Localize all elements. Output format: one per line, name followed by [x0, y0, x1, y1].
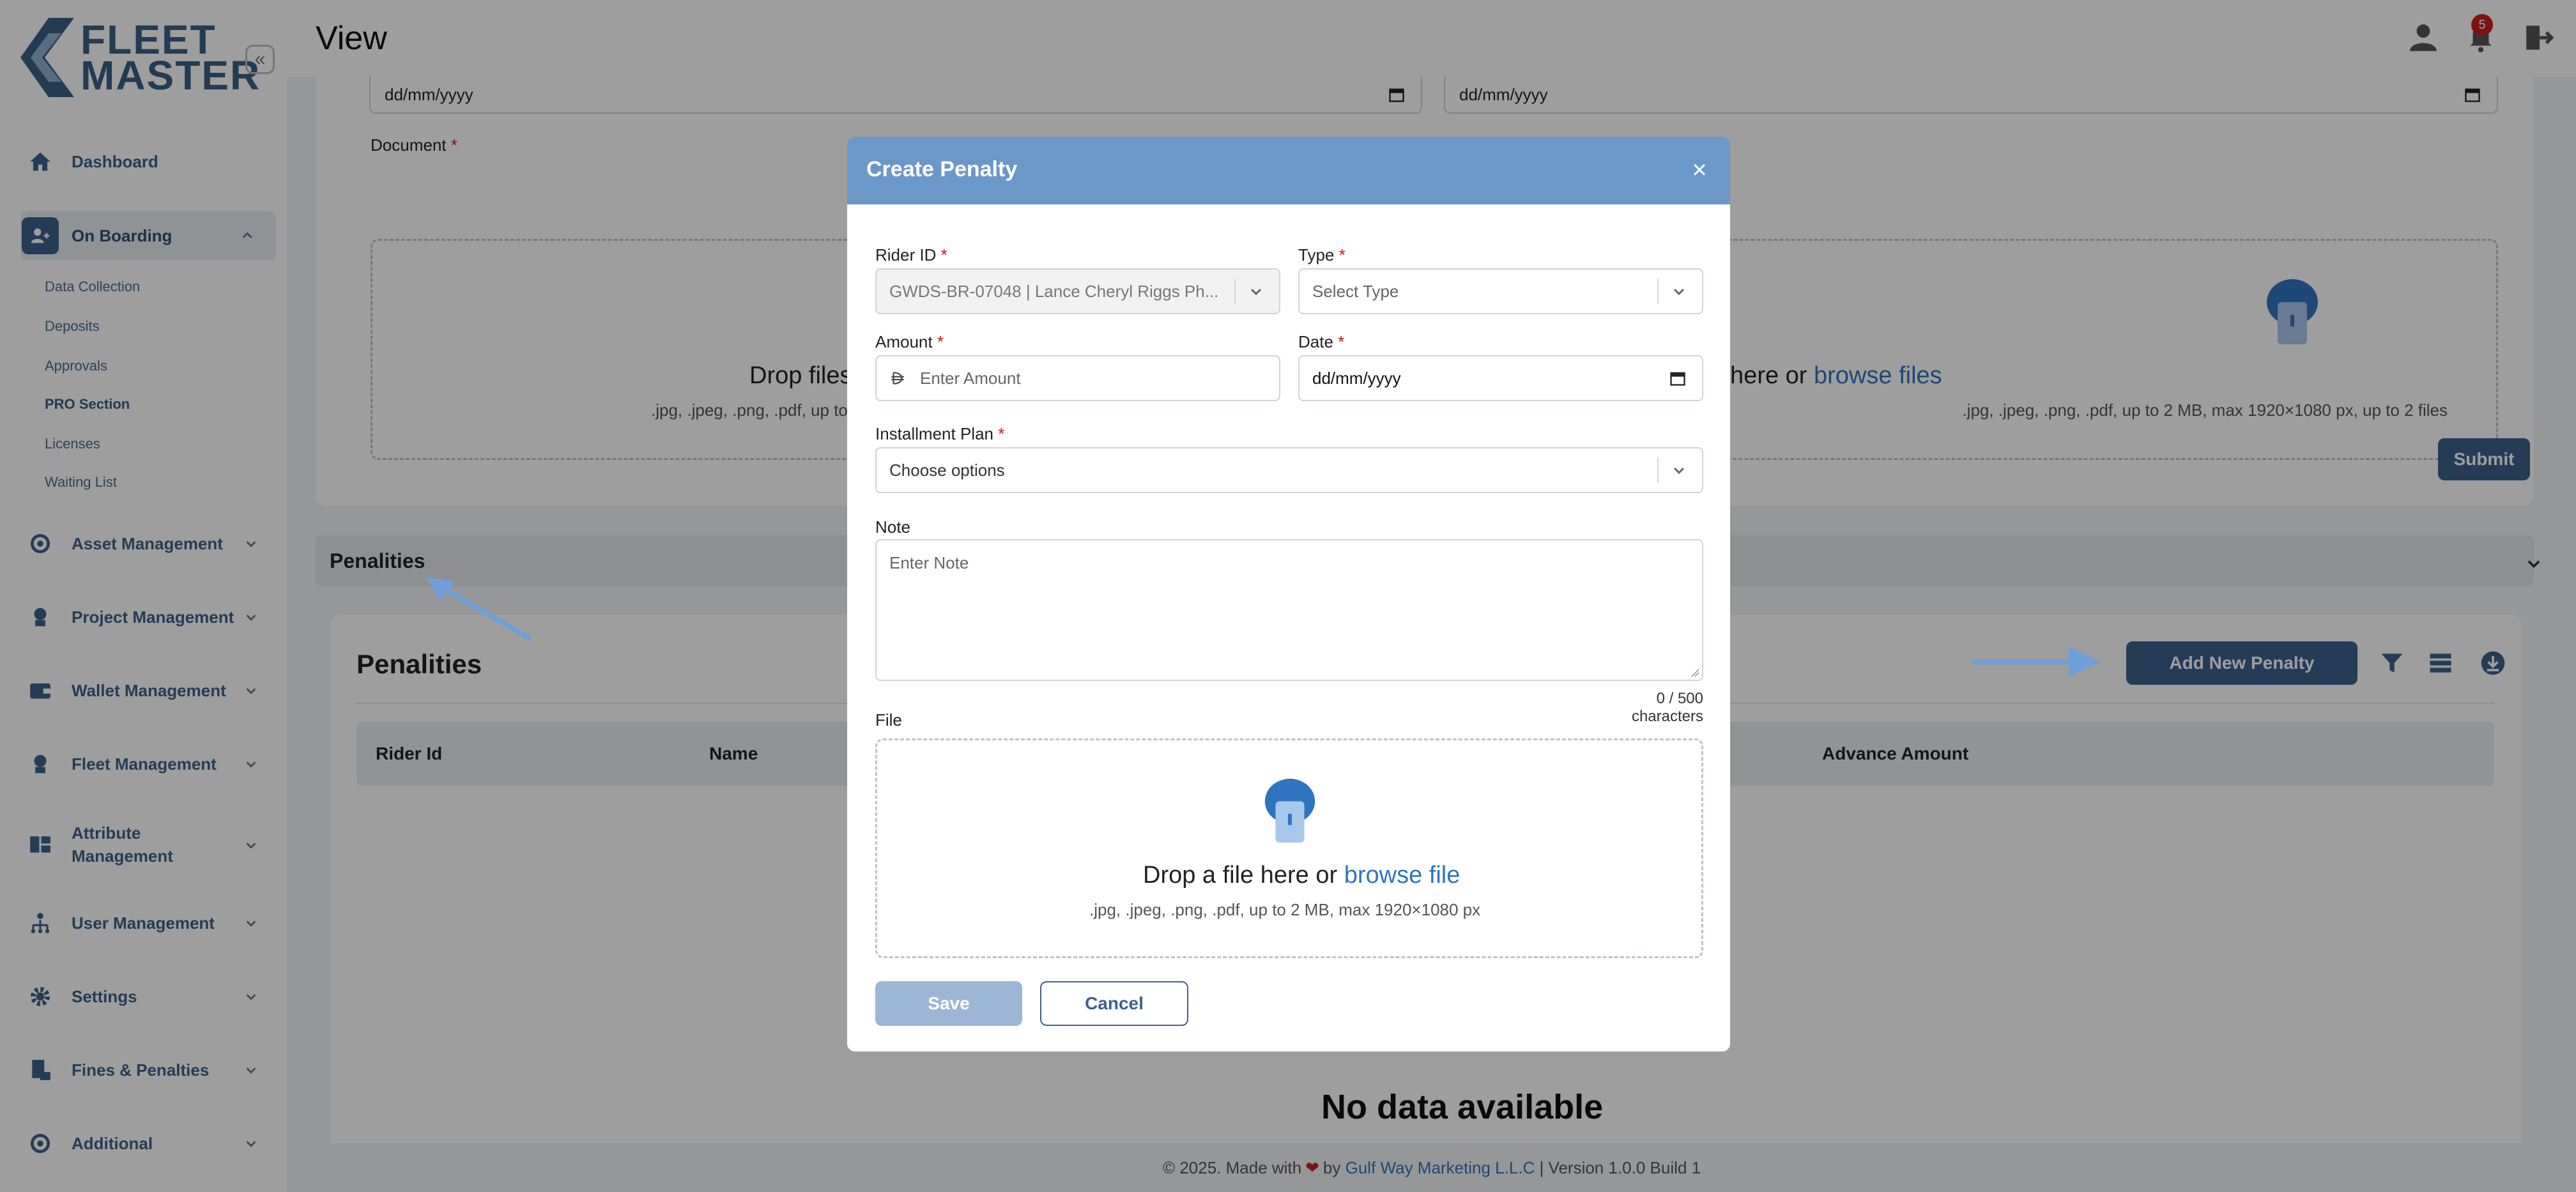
note-placeholder: Enter Note [889, 553, 969, 572]
resize-handle-icon[interactable] [1689, 667, 1699, 677]
note-character-count: 0 / 500 characters [1631, 690, 1703, 725]
rider-id-select[interactable]: GWDS-BR-07048 | Lance Cheryl Riggs Ph... [875, 268, 1280, 314]
note-textarea[interactable]: Enter Note [875, 539, 1703, 681]
annotation-arrow-icon [425, 577, 532, 641]
file-label: File [875, 710, 902, 730]
browse-file-link[interactable]: browse file [1344, 862, 1460, 889]
date-placeholder: dd/mm/yyyy [1312, 368, 1401, 388]
chevron-down-icon [1673, 288, 1685, 296]
cloud-upload-icon [1264, 779, 1315, 843]
note-label: Note [875, 517, 910, 537]
type-placeholder: Select Type [1312, 281, 1399, 301]
cancel-button[interactable]: Cancel [1040, 981, 1188, 1026]
installment-plan-placeholder: Choose options [889, 460, 1005, 480]
rider-id-value: GWDS-BR-07048 | Lance Cheryl Riggs Ph... [889, 281, 1219, 301]
date-input[interactable]: dd/mm/yyyy [1298, 355, 1703, 401]
modal-title: Create Penalty [866, 157, 1018, 181]
file-dropzone[interactable]: Drop a file here or browse file .jpg, .j… [875, 738, 1703, 958]
type-label: Type * [1298, 245, 1346, 264]
file-dropzone-hint: .jpg, .jpeg, .png, .pdf, up to 2 MB, max… [1089, 900, 1481, 919]
type-select[interactable]: Select Type [1298, 268, 1703, 314]
chevron-down-icon [1673, 467, 1685, 475]
calendar-icon [1670, 372, 1685, 386]
close-icon[interactable]: × [1688, 157, 1711, 183]
amount-input[interactable]: Enter Amount [875, 355, 1280, 401]
amount-placeholder: Enter Amount [920, 368, 1021, 388]
installment-plan-select[interactable]: Choose options [875, 447, 1703, 493]
create-penalty-modal: Create Penalty × Rider ID * GWDS-BR-0704… [847, 137, 1730, 1051]
file-dropzone-text: Drop a file here or browse file [1143, 862, 1460, 889]
amount-label: Amount * [875, 332, 944, 351]
annotation-arrow-icon [1972, 646, 2101, 677]
modal-header: Create Penalty × [847, 137, 1730, 204]
installment-plan-label: Installment Plan * [875, 424, 1005, 443]
chevron-down-icon [1250, 288, 1262, 296]
save-button[interactable]: Save [875, 981, 1022, 1026]
rider-id-label: Rider ID * [875, 245, 947, 264]
currency-icon [891, 372, 904, 385]
date-label: Date * [1298, 332, 1345, 351]
